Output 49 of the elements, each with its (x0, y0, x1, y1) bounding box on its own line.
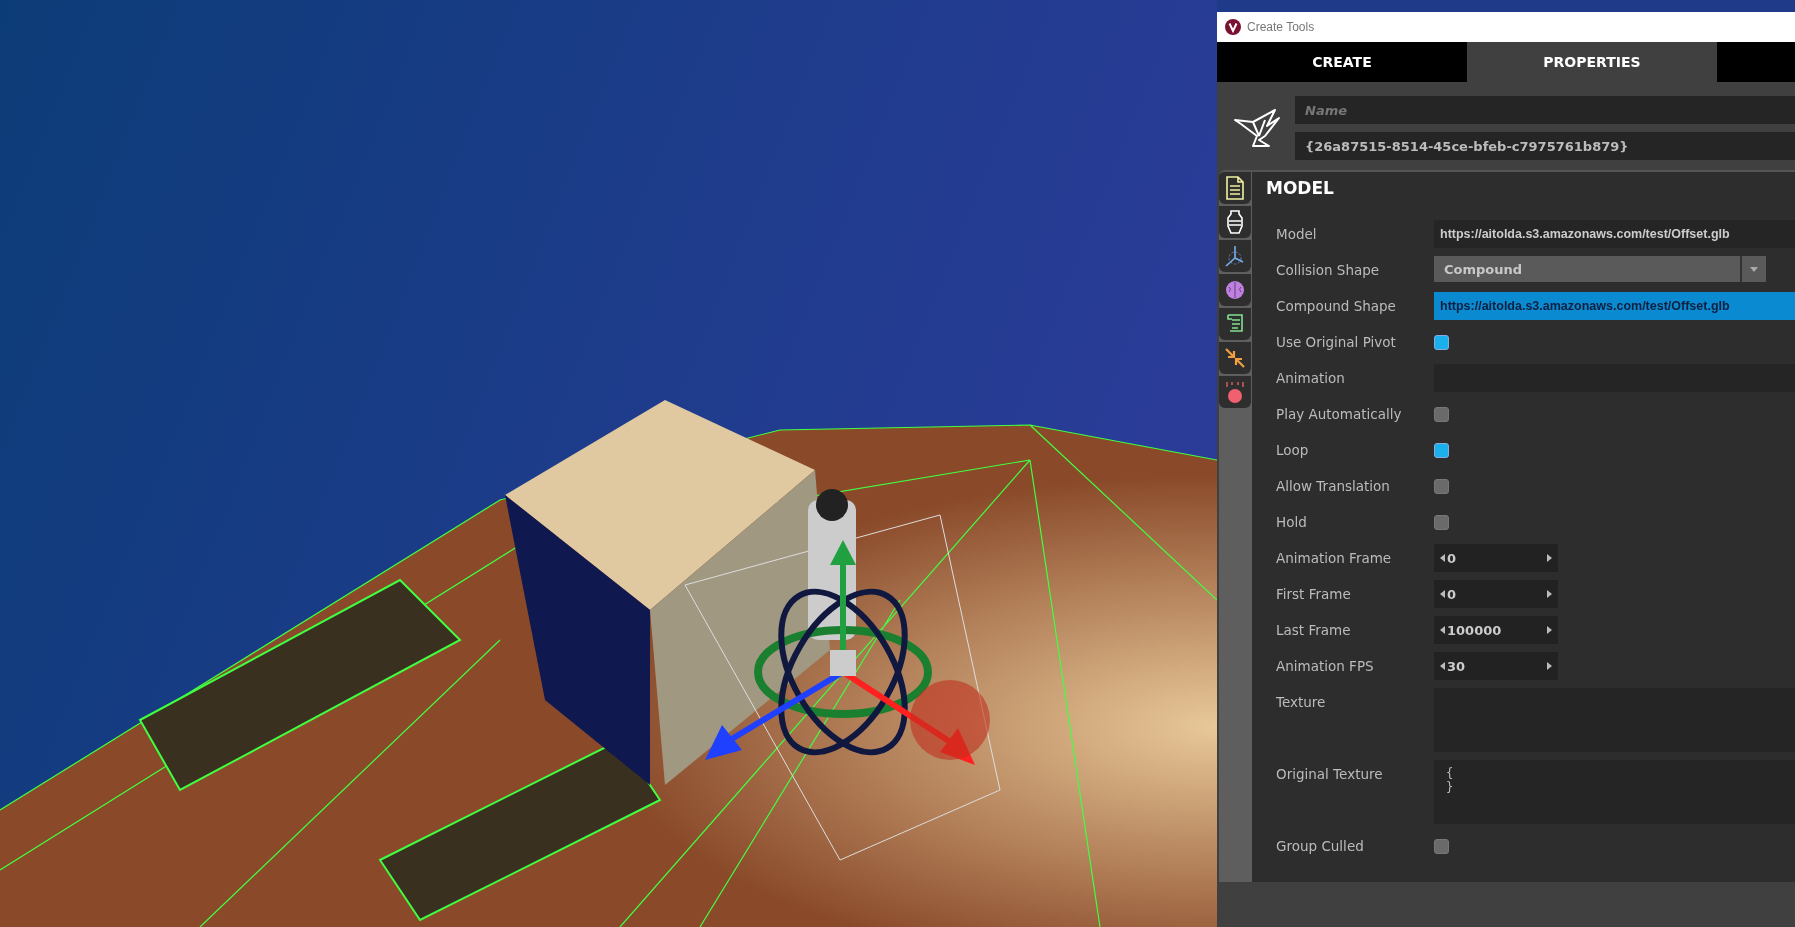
property-label: Model (1276, 225, 1318, 244)
text-area[interactable]: { } (1434, 760, 1795, 824)
property-label: Texture (1276, 693, 1327, 712)
left-arrow-icon[interactable] (1440, 626, 1445, 634)
text-field[interactable]: https://aitolda.s3.amazonaws.com/test/Offset.glb (1434, 220, 1795, 248)
property-label: Animation FPS (1276, 657, 1375, 676)
section-title: MODEL (1266, 178, 1335, 198)
property-label: Allow Translation (1276, 477, 1391, 496)
checkbox[interactable] (1434, 335, 1449, 350)
right-arrow-icon[interactable] (1547, 626, 1552, 634)
property-label: Group Culled (1276, 837, 1365, 856)
property-label: Play Automatically (1276, 405, 1403, 424)
right-arrow-icon[interactable] (1547, 554, 1552, 562)
number-spinner[interactable]: 0 (1434, 544, 1558, 572)
right-arrow-icon[interactable] (1547, 662, 1552, 670)
dropdown[interactable]: Compound (1434, 256, 1766, 282)
property-label: Animation (1276, 369, 1346, 388)
left-arrow-icon[interactable] (1440, 554, 1445, 562)
tab[interactable]: PROPERTIES (1467, 42, 1717, 82)
caret-icon (1750, 266, 1758, 272)
property-label: Compound Shape (1276, 297, 1397, 316)
right-arrow-icon[interactable] (1547, 590, 1552, 598)
id-field[interactable]: {26a87515-8514-45ce-bfeb-c7975761b879} (1295, 132, 1795, 160)
checkbox[interactable] (1434, 407, 1449, 422)
window-title: Create Tools (1247, 20, 1315, 34)
checkbox[interactable] (1434, 839, 1449, 854)
property-label: First Frame (1276, 585, 1352, 604)
number-spinner[interactable]: 100000 (1434, 616, 1558, 644)
number-spinner[interactable]: 0 (1434, 580, 1558, 608)
checkbox[interactable] (1434, 443, 1449, 458)
number-spinner[interactable]: 30 (1434, 652, 1558, 680)
property-label: Loop (1276, 441, 1310, 460)
bird-icon (1233, 106, 1281, 150)
text-field[interactable]: https://aitolda.s3.amazonaws.com/test/Offset.glb (1434, 292, 1795, 320)
vase-icon[interactable] (1225, 210, 1245, 234)
scroll-icon[interactable] (1224, 313, 1246, 335)
checkbox[interactable] (1434, 479, 1449, 494)
document-icon[interactable] (1225, 176, 1245, 200)
arrows-icon[interactable] (1224, 347, 1246, 369)
property-label: Use Original Pivot (1276, 333, 1397, 352)
left-arrow-icon[interactable] (1440, 662, 1445, 670)
property-label: Animation Frame (1276, 549, 1393, 568)
property-label: Hold (1276, 513, 1308, 532)
app-logo-icon (1225, 19, 1241, 35)
property-label: Collision Shape (1276, 261, 1381, 280)
left-arrow-icon[interactable] (1440, 590, 1445, 598)
property-label: Original Texture (1276, 765, 1384, 784)
checkbox[interactable] (1434, 515, 1449, 530)
property-label: Last Frame (1276, 621, 1352, 640)
